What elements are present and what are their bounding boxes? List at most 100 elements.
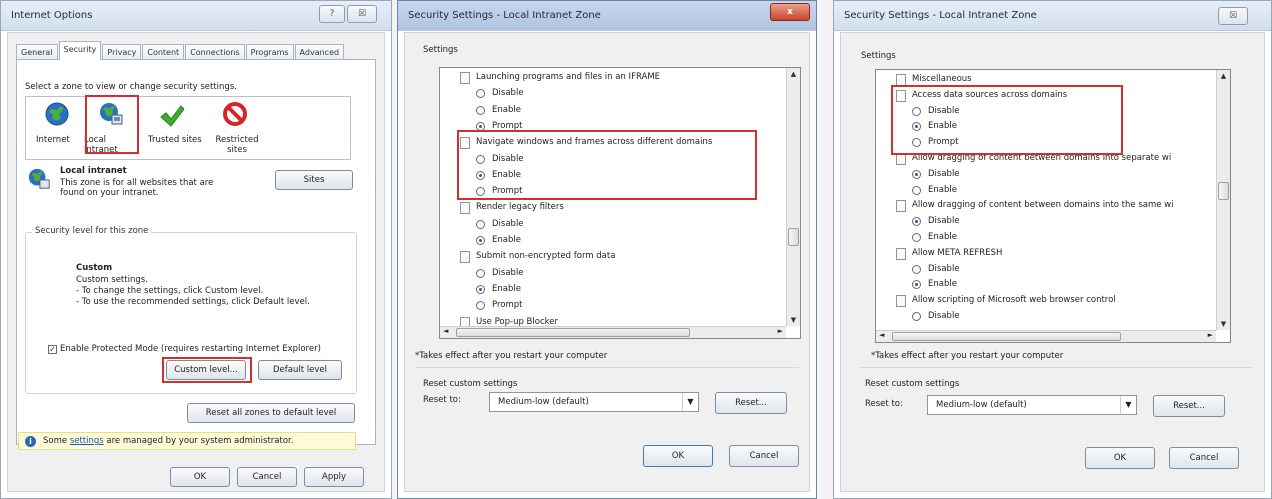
radio-label: Disable xyxy=(492,218,524,229)
reset-label: Reset... xyxy=(735,398,767,408)
security-settings-window-2: Security Settings - Local Intranet Zone … xyxy=(833,0,1272,499)
radio-button[interactable] xyxy=(476,219,485,229)
sites-button[interactable]: Sites xyxy=(275,170,353,190)
title-bar: Internet Options ? ☒ xyxy=(1,1,391,31)
cancel-label: Cancel xyxy=(1189,453,1219,463)
close-button[interactable]: ☒ xyxy=(347,5,377,23)
scroll-down-icon[interactable]: ▼ xyxy=(1217,318,1230,330)
tab-general[interactable]: General xyxy=(16,44,58,60)
reset-to-select[interactable]: Medium-low (default) ▼ xyxy=(927,395,1137,415)
apply-label: Apply xyxy=(322,472,346,482)
window-title: Security Settings - Local Intranet Zone xyxy=(844,10,1037,21)
scroll-down-icon[interactable]: ▼ xyxy=(787,314,800,326)
radio-button[interactable] xyxy=(476,89,485,99)
security-tab-page: Select a zone to view or change security… xyxy=(16,59,376,450)
tab-advanced[interactable]: Advanced xyxy=(294,44,345,60)
default-level-label: Default level xyxy=(273,365,327,375)
separator xyxy=(861,367,1252,368)
zone-restricted-sites[interactable]: Restricted sites xyxy=(206,99,266,157)
ok-button[interactable]: OK xyxy=(1085,447,1155,469)
zone-trusted-sites[interactable]: Trusted sites xyxy=(144,99,204,157)
setting-group-label: Use Pop-up Blocker xyxy=(476,316,558,327)
radio-label: Prompt xyxy=(492,300,523,311)
radio-button[interactable] xyxy=(912,217,921,227)
ok-button[interactable]: OK xyxy=(643,445,713,467)
tab-programs[interactable]: Programs xyxy=(245,44,294,60)
ok-button[interactable]: OK xyxy=(170,467,230,487)
radio-label: Disable xyxy=(928,168,960,179)
radio-label: Disable xyxy=(492,88,524,99)
document-icon xyxy=(896,295,906,308)
scroll-right-icon[interactable]: ► xyxy=(1208,331,1213,339)
radio-button[interactable] xyxy=(912,312,921,321)
restart-note: *Takes effect after you restart your com… xyxy=(415,351,608,361)
scroll-left-icon[interactable]: ◄ xyxy=(443,327,448,335)
scroll-up-icon[interactable]: ▲ xyxy=(1217,70,1230,82)
radio-label: Enable xyxy=(492,235,521,245)
cancel-button[interactable]: Cancel xyxy=(1169,447,1239,469)
reset-button[interactable]: Reset... xyxy=(715,392,787,414)
zone-label: Trusted sites xyxy=(148,135,202,145)
protected-mode-checkbox[interactable]: ✓ xyxy=(48,345,57,354)
radio-button[interactable] xyxy=(476,105,485,115)
radio-button[interactable] xyxy=(912,280,921,290)
admin-info-bar: i Some settings are managed by your syst… xyxy=(18,432,356,450)
cancel-button[interactable]: Cancel xyxy=(237,467,297,487)
reset-to-value: Medium-low (default) xyxy=(936,400,1027,410)
zone-internet[interactable]: Internet xyxy=(32,99,82,157)
tab-security[interactable]: Security xyxy=(58,41,102,60)
vertical-scrollbar[interactable]: ▲ ▼ xyxy=(1216,70,1230,330)
setting-group-label: Miscellaneous xyxy=(912,74,972,84)
close-button[interactable]: ☒ xyxy=(1218,7,1248,25)
level-text: Custom settings. xyxy=(76,275,148,285)
help-button[interactable]: ? xyxy=(319,5,345,23)
setting-group-label: Submit non-encrypted form data xyxy=(476,251,616,262)
horizontal-scrollbar[interactable]: ◄ ► xyxy=(876,330,1216,342)
scroll-thumb[interactable] xyxy=(1218,182,1229,200)
reset-label: Reset... xyxy=(1173,401,1205,411)
radio-button[interactable] xyxy=(476,284,485,294)
reset-all-zones-label: Reset all zones to default level xyxy=(205,408,337,418)
radio-button[interactable] xyxy=(476,236,485,245)
vertical-scrollbar[interactable]: ▲ ▼ xyxy=(786,68,800,326)
radio-button[interactable] xyxy=(476,268,485,278)
radio-button[interactable] xyxy=(912,169,921,179)
zone-description: This zone is for all websites that are xyxy=(60,178,214,188)
cancel-label: Cancel xyxy=(749,451,779,461)
scroll-thumb[interactable] xyxy=(788,228,799,246)
tab-privacy[interactable]: Privacy xyxy=(102,44,142,60)
tab-strip: General Security Privacy Content Connect… xyxy=(16,41,345,60)
setting-group-label: Allow META REFRESH xyxy=(912,247,1003,258)
radio-button[interactable] xyxy=(912,233,921,242)
dialog-body: Settings Launching programs and files in… xyxy=(404,32,810,492)
level-name: Custom xyxy=(76,263,113,273)
default-level-button[interactable]: Default level xyxy=(258,360,342,380)
window-title: Security Settings - Local Intranet Zone xyxy=(408,10,601,21)
sites-button-label: Sites xyxy=(303,175,325,185)
close-button[interactable]: x xyxy=(770,3,810,21)
reset-button[interactable]: Reset... xyxy=(1153,395,1225,417)
scroll-left-icon[interactable]: ◄ xyxy=(879,331,884,339)
radio-label: Enable xyxy=(928,232,957,242)
radio-label: Disable xyxy=(492,267,524,278)
scroll-thumb[interactable] xyxy=(456,328,690,337)
scroll-up-icon[interactable]: ▲ xyxy=(787,68,800,80)
radio-button[interactable] xyxy=(912,264,921,274)
horizontal-scrollbar[interactable]: ◄ ► xyxy=(440,326,786,338)
scroll-right-icon[interactable]: ► xyxy=(778,327,783,335)
settings-link[interactable]: settings xyxy=(70,436,104,446)
radio-button[interactable] xyxy=(912,185,921,195)
settings-list[interactable]: Launching programs and files in an IFRAM… xyxy=(439,67,801,339)
tab-content[interactable]: Content xyxy=(142,44,185,60)
apply-button[interactable]: Apply xyxy=(304,467,364,487)
reset-all-zones-button[interactable]: Reset all zones to default level xyxy=(187,403,355,423)
radio-button[interactable] xyxy=(476,301,485,311)
level-text: - To use the recommended settings, click… xyxy=(76,297,310,307)
chevron-down-icon: ▼ xyxy=(682,393,698,411)
tab-connections[interactable]: Connections xyxy=(185,44,245,60)
dialog-body: General Security Privacy Content Connect… xyxy=(7,32,385,492)
scroll-thumb[interactable] xyxy=(892,332,1121,341)
reset-to-select[interactable]: Medium-low (default) ▼ xyxy=(489,392,699,412)
cancel-button[interactable]: Cancel xyxy=(729,445,799,467)
security-level-group: Security level for this zone Custom Cust… xyxy=(25,226,357,394)
